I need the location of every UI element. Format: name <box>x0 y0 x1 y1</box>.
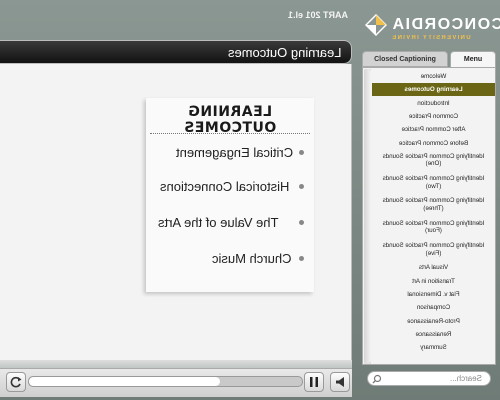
heading-divider <box>150 133 310 134</box>
menu-item[interactable]: Summary <box>372 341 495 354</box>
menu-item[interactable]: Common Practice <box>372 110 495 123</box>
menu-item[interactable]: Visual Arts <box>372 261 495 274</box>
menu-item[interactable]: Identifying Common Practice Sounds (Two) <box>372 172 495 194</box>
search-placeholder: Search... <box>449 374 482 383</box>
bullet-icon <box>299 150 304 155</box>
bullet-icon <box>299 184 304 189</box>
tab-closed-captioning[interactable]: Closed Captioning <box>362 51 448 67</box>
menu-item[interactable]: Learning Outcomes <box>372 83 495 97</box>
seek-bar[interactable] <box>28 376 303 387</box>
menu-panel: Welcome Learning Outcomes Introduction Comm… <box>362 67 496 365</box>
search-input[interactable]: Search... <box>367 371 491 386</box>
volume-icon <box>336 377 344 387</box>
menu-item[interactable]: Identifying Common Practice Sounds (Thre… <box>372 194 495 216</box>
slide-title: Learning Outcomes <box>227 45 341 60</box>
slide-title-bar: Learning Outcomes <box>0 40 352 64</box>
menu-item[interactable]: Identifying Common Practice Sounds (One) <box>372 150 495 172</box>
slide-footer <box>0 360 352 368</box>
pause-icon <box>310 377 318 387</box>
menu-item[interactable]: After Common Practice <box>372 123 495 136</box>
seek-bar-fill <box>29 377 221 386</box>
menu-item[interactable]: Identifying Common Practice Sounds (Four… <box>372 217 495 239</box>
menu-item[interactable]: Comparison <box>372 301 495 314</box>
menu-scrollbar-thumb[interactable] <box>364 69 371 363</box>
logo-mark-icon <box>365 14 387 36</box>
tab-menu[interactable]: Menu <box>450 51 496 67</box>
pause-button[interactable] <box>304 372 324 392</box>
bullet-icon <box>299 256 304 261</box>
outcome-item: Critical Engagement <box>176 145 294 160</box>
outcome-item: The Value of the Arts <box>158 215 279 230</box>
course-title: AART 201 el.1 <box>288 10 349 20</box>
menu-scrollbar[interactable] <box>364 69 371 364</box>
logo-subtitle: UNIVERSITY IRVINE <box>391 35 471 41</box>
menu-item[interactable]: Welcome <box>372 70 495 83</box>
university-logo: CONCORDIA UNIVERSITY IRVINE <box>365 8 500 48</box>
replay-button[interactable] <box>6 372 26 392</box>
search-icon <box>372 374 382 384</box>
menu-item[interactable]: Identifying Common Practice Sounds (Five… <box>372 239 495 261</box>
menu-item[interactable]: Renaissance <box>372 328 495 341</box>
outcome-item: Historical Connections <box>160 179 290 194</box>
menu-item[interactable]: Introduction <box>372 97 495 110</box>
outcomes-heading: LEARNING OUTCOMES <box>183 104 277 136</box>
menu-item[interactable]: Before Common Practice <box>372 137 495 150</box>
outcome-item: Church Music <box>212 251 292 266</box>
bullet-icon <box>299 220 304 225</box>
menu-item[interactable]: Transition in Art <box>372 275 495 288</box>
volume-button[interactable] <box>330 372 350 392</box>
logo-name: CONCORDIA <box>391 16 500 33</box>
menu-item[interactable]: Flat v. Dimensional <box>372 288 495 301</box>
replay-icon <box>10 376 22 388</box>
sidebar-tabs: Closed Captioning Menu <box>362 51 496 67</box>
menu-item[interactable]: Proto-Renaissance <box>372 315 495 328</box>
